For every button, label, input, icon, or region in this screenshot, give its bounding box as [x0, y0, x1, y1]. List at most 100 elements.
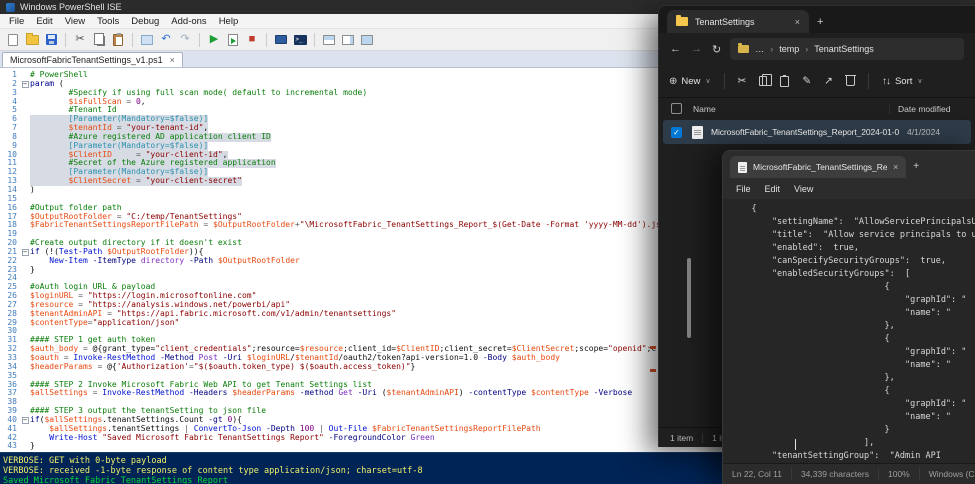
remote-tab-icon[interactable] [273, 32, 289, 48]
code-token: -Uri [222, 353, 242, 362]
select-all-checkbox[interactable] [671, 103, 682, 114]
toolbar-separator [266, 32, 267, 47]
script-pane-right-icon[interactable] [340, 32, 356, 48]
code-token: if [30, 246, 40, 256]
notepad-tab[interactable]: MicrosoftFabric_TenantSettings_Re × [730, 156, 907, 178]
menu-file[interactable]: File [3, 16, 30, 27]
file-checkbox[interactable]: ✓ [671, 126, 682, 138]
stop-icon[interactable]: ■ [244, 32, 260, 48]
powershell-console-icon-shape: >_ [293, 34, 307, 45]
new-button-label: New [681, 75, 701, 87]
open-script-icon[interactable] [24, 32, 40, 48]
fold-gutter [20, 327, 30, 336]
code-token: = [111, 149, 146, 159]
close-tab-icon[interactable]: × [795, 17, 800, 27]
save-icon[interactable] [43, 32, 59, 48]
file-row[interactable]: ✓ MicrosoftFabric_TenantSettings_Report_… [663, 120, 971, 144]
paste-icon[interactable] [110, 32, 126, 48]
nav-buttons: ← → ↻ [670, 43, 721, 56]
script-pane-top-icon[interactable] [321, 32, 337, 48]
breadcrumb: … › temp › TenantSettings [755, 44, 874, 54]
new-tab-button[interactable]: + [913, 161, 919, 172]
code-token: $oauth [30, 353, 59, 362]
menu-file[interactable]: File [729, 184, 758, 194]
code-token: , [222, 149, 228, 159]
fold-toggle-icon[interactable]: − [20, 416, 30, 425]
menu-edit[interactable]: Edit [758, 184, 788, 194]
breadcrumb-item[interactable]: TenantSettings [814, 44, 874, 54]
code-token: $OutputRootFolder [30, 211, 112, 221]
text-line: "graphId": " [731, 347, 967, 357]
redo-icon[interactable]: ↷ [177, 32, 193, 48]
script-tab[interactable]: MicrosoftFabricTenantSettings_v1.ps1 × [2, 52, 183, 67]
fold-gutter [20, 213, 30, 222]
menu-help[interactable]: Help [213, 16, 245, 27]
menu-edit[interactable]: Edit [30, 16, 58, 27]
new-tab-button[interactable]: + [817, 16, 823, 28]
column-header-name[interactable]: Name [693, 104, 889, 114]
code-token: = [102, 308, 117, 318]
menu-tools[interactable]: Tools [91, 16, 125, 27]
script-pane-max-icon[interactable] [359, 32, 375, 48]
close-tab-icon[interactable]: × [893, 162, 898, 172]
menu-debug[interactable]: Debug [125, 16, 165, 27]
breadcrumb-item[interactable]: … [755, 44, 764, 54]
new-button[interactable]: ⊕ New ∨ [669, 76, 711, 87]
run-script-icon[interactable]: ▶ [206, 32, 222, 48]
copy-icon[interactable] [759, 74, 773, 86]
copy-icon[interactable] [91, 32, 107, 48]
column-header-date[interactable]: Date modified [889, 103, 963, 114]
code-token: #Specify if using full scan mode( defaul… [30, 87, 368, 97]
scrollbar-thumb[interactable] [687, 258, 691, 338]
share-icon[interactable]: ↗ [824, 75, 833, 87]
fold-gutter [20, 381, 30, 390]
fold-gutter [20, 434, 30, 443]
forward-icon[interactable]: → [691, 43, 702, 55]
refresh-icon[interactable]: ↻ [712, 43, 721, 56]
code-token: )){ [188, 246, 204, 256]
explorer-tab[interactable]: TenantSettings × [667, 10, 809, 33]
text-line: { [731, 204, 757, 214]
code-token: @{ [107, 361, 117, 371]
fold-toggle-icon[interactable]: − [20, 248, 30, 257]
script-pane-top-icon-shape [323, 34, 335, 45]
cut-icon[interactable]: ✂ [72, 32, 88, 48]
code-token: #Output folder path [30, 202, 122, 212]
fold-toggle-icon[interactable]: − [20, 80, 30, 89]
chevron-down-icon: ∨ [917, 78, 923, 85]
close-tab-icon[interactable]: × [170, 55, 175, 65]
powershell-icon [6, 2, 15, 12]
rename-icon[interactable]: ✎ [802, 75, 811, 87]
sort-button-label: Sort [894, 75, 913, 87]
code-token: $contentType [531, 388, 589, 398]
text-line: }, [731, 373, 895, 383]
new-script-icon[interactable] [5, 32, 21, 48]
run-selection-icon[interactable] [225, 32, 241, 48]
paste-icon[interactable] [780, 74, 790, 87]
toolbar-separator [199, 32, 200, 47]
fold-gutter [20, 389, 30, 398]
fold-gutter [20, 292, 30, 301]
address-bar[interactable]: … › temp › TenantSettings [730, 38, 964, 60]
text-line: "graphId": " [731, 295, 967, 305]
cut-icon[interactable]: ✂ [738, 75, 747, 87]
sort-button[interactable]: ↑↓ Sort ∨ [882, 76, 923, 87]
code-token: $tenantAdminAPI [30, 308, 103, 318]
back-icon[interactable]: ← [670, 43, 681, 55]
menu-addons[interactable]: Add-ons [165, 16, 212, 27]
code-token: directory [140, 255, 185, 265]
fold-gutter [20, 159, 30, 168]
undo-icon[interactable]: ↶ [158, 32, 174, 48]
delete-icon[interactable] [844, 75, 856, 86]
code-text: } [30, 442, 35, 451]
menu-view[interactable]: View [787, 184, 820, 194]
menu-view[interactable]: View [59, 16, 91, 27]
folder-location-icon [738, 43, 750, 53]
breadcrumb-item[interactable]: temp [779, 44, 799, 54]
powershell-console-icon[interactable]: >_ [292, 32, 308, 48]
clear-console-icon[interactable] [139, 32, 155, 48]
plus-icon: ⊕ [669, 75, 677, 87]
notepad-editor[interactable]: { "settingName": "AllowServicePrincipals… [723, 199, 975, 463]
text-line: } [731, 425, 890, 435]
code-text: ) [30, 185, 35, 195]
